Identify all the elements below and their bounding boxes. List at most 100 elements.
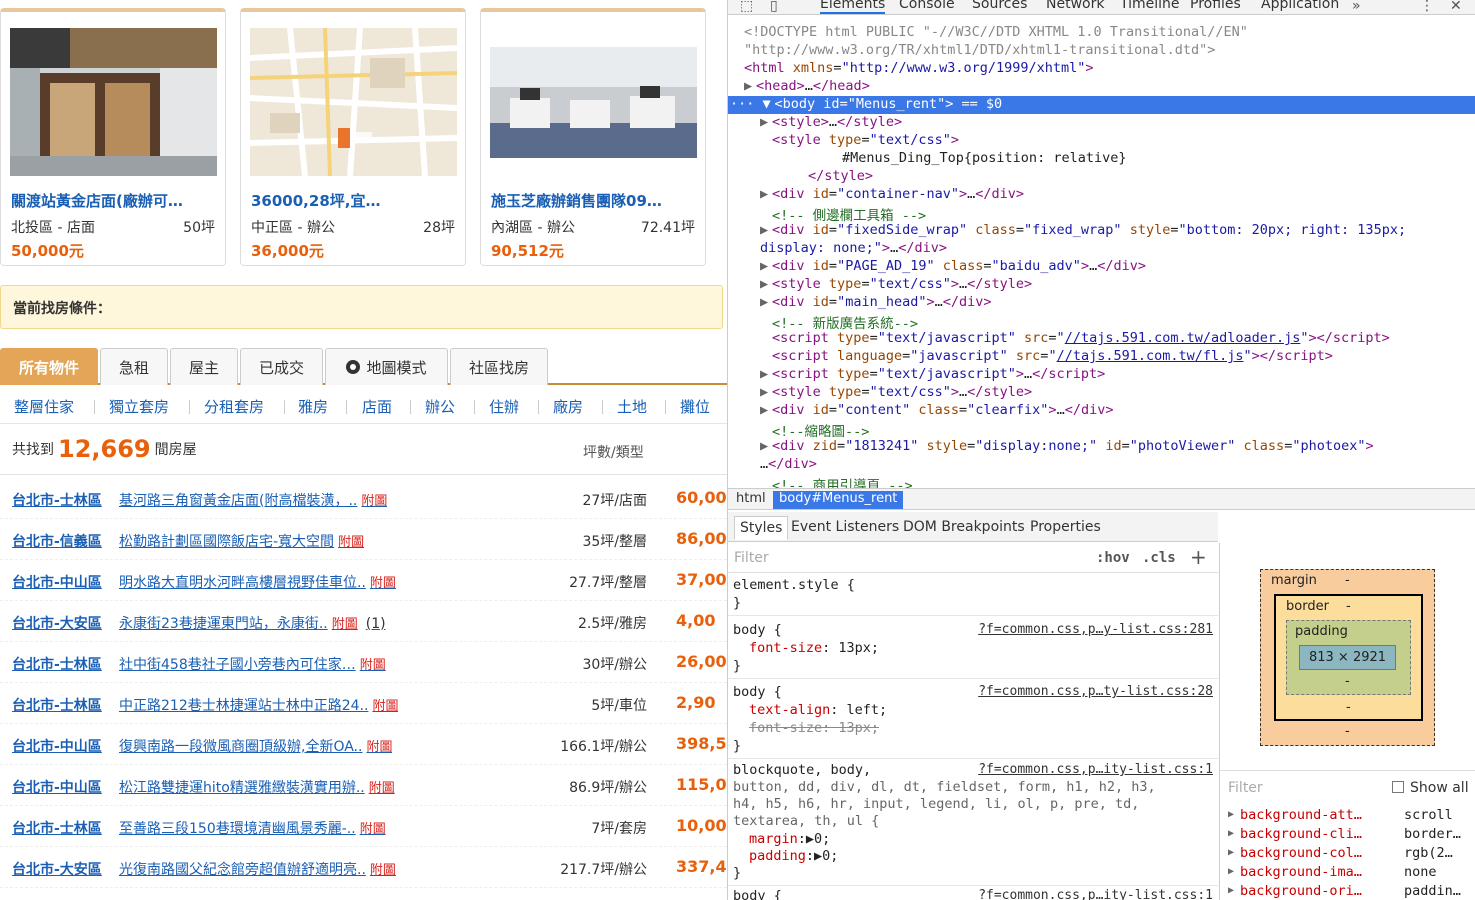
breadcrumb-html[interactable]: html — [730, 491, 772, 506]
tab-dom-breakpoints[interactable]: DOM Breakpoints — [903, 519, 1025, 535]
type-office-residence[interactable]: 住辦 — [489, 396, 519, 417]
tab-application[interactable]: Application — [1261, 0, 1339, 12]
expand-arrow-icon[interactable]: ▶ — [1228, 847, 1234, 858]
style-declaration[interactable]: margin:▶0; — [733, 831, 1218, 847]
show-all-toggle[interactable]: Show all — [1392, 780, 1469, 796]
listing-title-link[interactable]: 復興南路一段微風商圈頂級辦,全新OA.. 附圖 — [119, 736, 392, 756]
collapse-arrow-icon[interactable]: ▼ — [763, 96, 775, 112]
expand-arrow-icon[interactable]: ▶ — [1228, 866, 1234, 877]
styles-filter-input[interactable]: Filter — [734, 550, 769, 566]
tab-console[interactable]: Console — [899, 0, 955, 12]
tab-owner[interactable]: 屋主 — [170, 348, 238, 385]
tab-properties[interactable]: Properties — [1030, 519, 1101, 535]
dom-node[interactable]: <html xmlns="http://www.w3.org/1999/xhtm… — [728, 60, 1475, 78]
tab-all-listings[interactable]: 所有物件 — [0, 348, 98, 385]
tab-profiles[interactable]: Profiles — [1190, 0, 1241, 12]
featured-card[interactable]: 關渡站黃金店面(廠辦可… 北投區 - 店面 50坪 50,000元 — [0, 8, 226, 266]
dom-node[interactable]: <!--縮略圖--> — [728, 420, 1475, 440]
dom-node[interactable]: <script language="javascript" src="//taj… — [728, 348, 1475, 366]
stylesheet-link[interactable]: ?f=common.css,p…ty-list.css:28 — [978, 684, 1213, 699]
listing-region-link[interactable]: 台北市-大安區 — [12, 859, 102, 879]
listing-title[interactable]: 明水路大直明水河畔高樓層視野佳車位.. — [119, 575, 366, 591]
tab-sold[interactable]: 已成交 — [240, 348, 323, 385]
style-rule-selector[interactable]: textarea, th, ul { — [733, 813, 1218, 829]
expand-arrow-icon[interactable]: ▶ — [1228, 828, 1234, 839]
listing-title[interactable]: 松江路雙捷運hito精選雅緻裝潢實用辦.. — [119, 780, 365, 796]
style-declaration[interactable]: text-align: left; — [733, 702, 1218, 718]
dom-node[interactable]: <!-- 側邊欄工具箱 --> — [728, 204, 1475, 224]
listing-title[interactable]: 中正路212巷士林捷運站士林中正路24.. — [119, 698, 368, 714]
expand-arrow-icon[interactable]: ▶ — [1228, 809, 1234, 820]
listing-title-link[interactable]: 中正路212巷士林捷運站士林中正路24.. 附圖 — [119, 695, 398, 715]
dom-node[interactable]: </style> — [728, 168, 1475, 186]
tab-community[interactable]: 社區找房 — [450, 348, 548, 385]
device-toolbar-icon[interactable]: ▯ — [770, 0, 778, 14]
tab-elements[interactable]: Elements — [820, 0, 886, 14]
box-model-padding[interactable]: padding 813 × 2921 - — [1286, 620, 1411, 695]
type-studio[interactable]: 獨立套房 — [109, 396, 169, 417]
card-title[interactable]: 關渡站黃金店面(廠辦可… — [11, 190, 217, 211]
tab-event-listeners[interactable]: Event Listeners — [791, 519, 899, 535]
type-whole-floor[interactable]: 整層住家 — [14, 396, 74, 417]
tab-urgent[interactable]: 急租 — [100, 348, 168, 385]
listing-region-link[interactable]: 台北市-中山區 — [12, 736, 102, 756]
style-declaration-overridden[interactable]: font-size: 13px; — [733, 720, 1218, 736]
tab-network[interactable]: Network — [1046, 0, 1104, 12]
card-photo-office[interactable] — [490, 28, 697, 176]
box-model-margin[interactable]: margin - border - padding 813 × 2921 - -… — [1260, 569, 1435, 746]
listing-title-link[interactable]: 松勤路計劃區國際飯店宅-寬大空間 附圖 — [119, 531, 364, 551]
style-rule-selector[interactable]: element.style { — [733, 577, 1218, 593]
type-room[interactable]: 雅房 — [298, 396, 328, 417]
listing-title-link[interactable]: 至善路三段150巷環境清幽風景秀麗-.. 附圖 — [119, 818, 386, 838]
card-photo-map[interactable] — [250, 28, 457, 176]
tab-styles[interactable]: Styles — [734, 516, 789, 540]
listing-title[interactable]: 基河路三角窗黃金店面(附高檔裝潢，.. — [119, 493, 357, 509]
dom-node[interactable]: …</div> — [728, 456, 1475, 474]
listing-title-link[interactable]: 光復南路國父紀念館旁超值辦舒適明亮.. 附圖 — [119, 859, 396, 879]
listing-title[interactable]: 永康街23巷捷運東門站，永康街.. — [119, 616, 328, 632]
box-model-content[interactable]: 813 × 2921 — [1299, 645, 1396, 670]
listing-title[interactable]: 社中街458巷社子國小旁巷內可住家… — [119, 657, 356, 673]
size-type-column-header[interactable]: 坪數/類型 — [583, 442, 644, 462]
expand-arrow-icon[interactable]: ▶ — [760, 276, 772, 292]
dom-node[interactable]: ▶ <div id="content" class="clearfix">…</d… — [728, 402, 1475, 420]
listing-title-link[interactable]: 社中街458巷社子國小旁巷內可住家… 附圖 — [119, 654, 386, 674]
card-title[interactable]: 施玉芝廠辦銷售團隊09… — [491, 190, 697, 211]
dom-node[interactable]: ▶ <script type="text/javascript">…</scrip… — [728, 366, 1475, 384]
expand-arrow-icon[interactable]: ▶ — [760, 114, 772, 130]
listing-title-link[interactable]: 松江路雙捷運hito精選雅緻裝潢實用辦.. 附圖 — [119, 777, 395, 797]
dom-node[interactable]: ▶ <head>…</head> — [728, 78, 1475, 96]
card-photo-storefront[interactable] — [10, 28, 217, 176]
listing-title[interactable]: 光復南路國父紀念館旁超值辦舒適明亮.. — [119, 862, 366, 878]
box-model-border[interactable]: border - padding 813 × 2921 - - — [1274, 594, 1423, 721]
type-stall[interactable]: 攤位 — [680, 396, 710, 417]
dom-node[interactable]: ▶ <div zid="1813241" style="display:none;… — [728, 438, 1475, 456]
listing-region-link[interactable]: 台北市-士林區 — [12, 695, 102, 715]
inspect-element-icon[interactable]: ⬚ — [740, 0, 753, 14]
expand-arrow-icon[interactable]: ▶ — [760, 366, 772, 382]
style-declaration[interactable]: padding:▶0; — [733, 848, 1218, 864]
add-rule-button[interactable]: + — [1190, 545, 1207, 569]
tab-map-mode[interactable]: 地圖模式 — [325, 348, 448, 385]
stylesheet-link[interactable]: ?f=common.css,p…ity-list.css:1 — [978, 888, 1213, 900]
listing-title[interactable]: 至善路三段150巷環境清幽風景秀麗-.. — [119, 821, 356, 837]
more-tabs-icon[interactable]: » — [1352, 0, 1361, 14]
dom-node[interactable]: ▶ <style type="text/css">…</style> — [728, 276, 1475, 294]
listing-region-link[interactable]: 台北市-士林區 — [12, 490, 102, 510]
dom-node[interactable]: "http://www.w3.org/TR/xhtml1/DTD/xhtml1-… — [728, 42, 1475, 60]
dom-node[interactable]: <style type="text/css"> — [728, 132, 1475, 150]
expand-arrow-icon[interactable]: ▶ — [1228, 885, 1234, 896]
style-rule-selector[interactable]: h4, h5, h6, hr, input, legend, li, ol, p… — [733, 796, 1218, 812]
listing-region-link[interactable]: 台北市-中山區 — [12, 777, 102, 797]
featured-card[interactable]: 施玉芝廠辦銷售團隊09… 內湖區 - 辦公 72.41坪 90,512元 — [480, 8, 706, 266]
listing-title[interactable]: 松勤路計劃區國際飯店宅-寬大空間 — [119, 534, 334, 550]
computed-filter-input[interactable]: Filter — [1228, 780, 1263, 796]
dom-node-selected[interactable]: ··· ▼ <body id="Menus_rent"> == $0 — [728, 96, 1475, 114]
dom-node[interactable]: ▶ <div id="container-nav">…</div> — [728, 186, 1475, 204]
type-shared-suite[interactable]: 分租套房 — [204, 396, 264, 417]
breadcrumb-body[interactable]: body#Menus_rent — [773, 491, 904, 509]
kebab-menu-icon[interactable]: ⋮ — [1420, 0, 1434, 14]
stylesheet-link[interactable]: ?f=common.css,p…ity-list.css:1 — [978, 762, 1213, 777]
dom-node[interactable]: ▶ <div id="main_head">…</div> — [728, 294, 1475, 312]
close-icon[interactable]: ✕ — [1450, 0, 1462, 14]
